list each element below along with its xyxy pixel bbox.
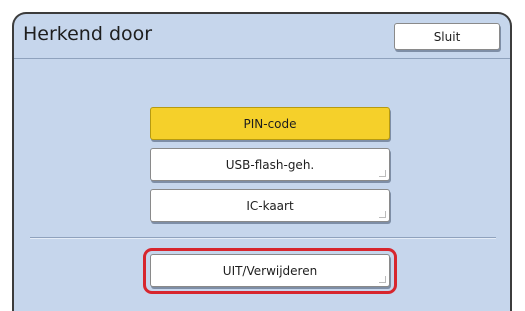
close-button-label: Sluit [433, 29, 461, 44]
close-button[interactable]: Sluit [394, 23, 500, 50]
section-divider [30, 237, 496, 239]
option-pin-code-label: PIN-code [243, 116, 297, 131]
option-off-remove-label: UIT/Verwijderen [222, 263, 318, 278]
authentication-dialog: Herkend door Sluit PIN-code USB-flash-ge… [12, 12, 512, 311]
option-usb-flash-button[interactable]: USB-flash-geh. [150, 148, 390, 181]
option-ic-card-button[interactable]: IC-kaart [150, 189, 390, 222]
option-ic-card-label: IC-kaart [246, 198, 294, 213]
dialog-header: Herkend door Sluit [14, 14, 510, 59]
corner-grip-icon [379, 211, 386, 218]
corner-grip-icon [379, 276, 386, 283]
option-pin-code-button[interactable]: PIN-code [150, 107, 390, 140]
dialog-title: Herkend door [23, 23, 153, 45]
corner-grip-icon [379, 170, 386, 177]
option-off-remove-button[interactable]: UIT/Verwijderen [150, 254, 390, 287]
option-usb-flash-label: USB-flash-geh. [225, 157, 315, 172]
